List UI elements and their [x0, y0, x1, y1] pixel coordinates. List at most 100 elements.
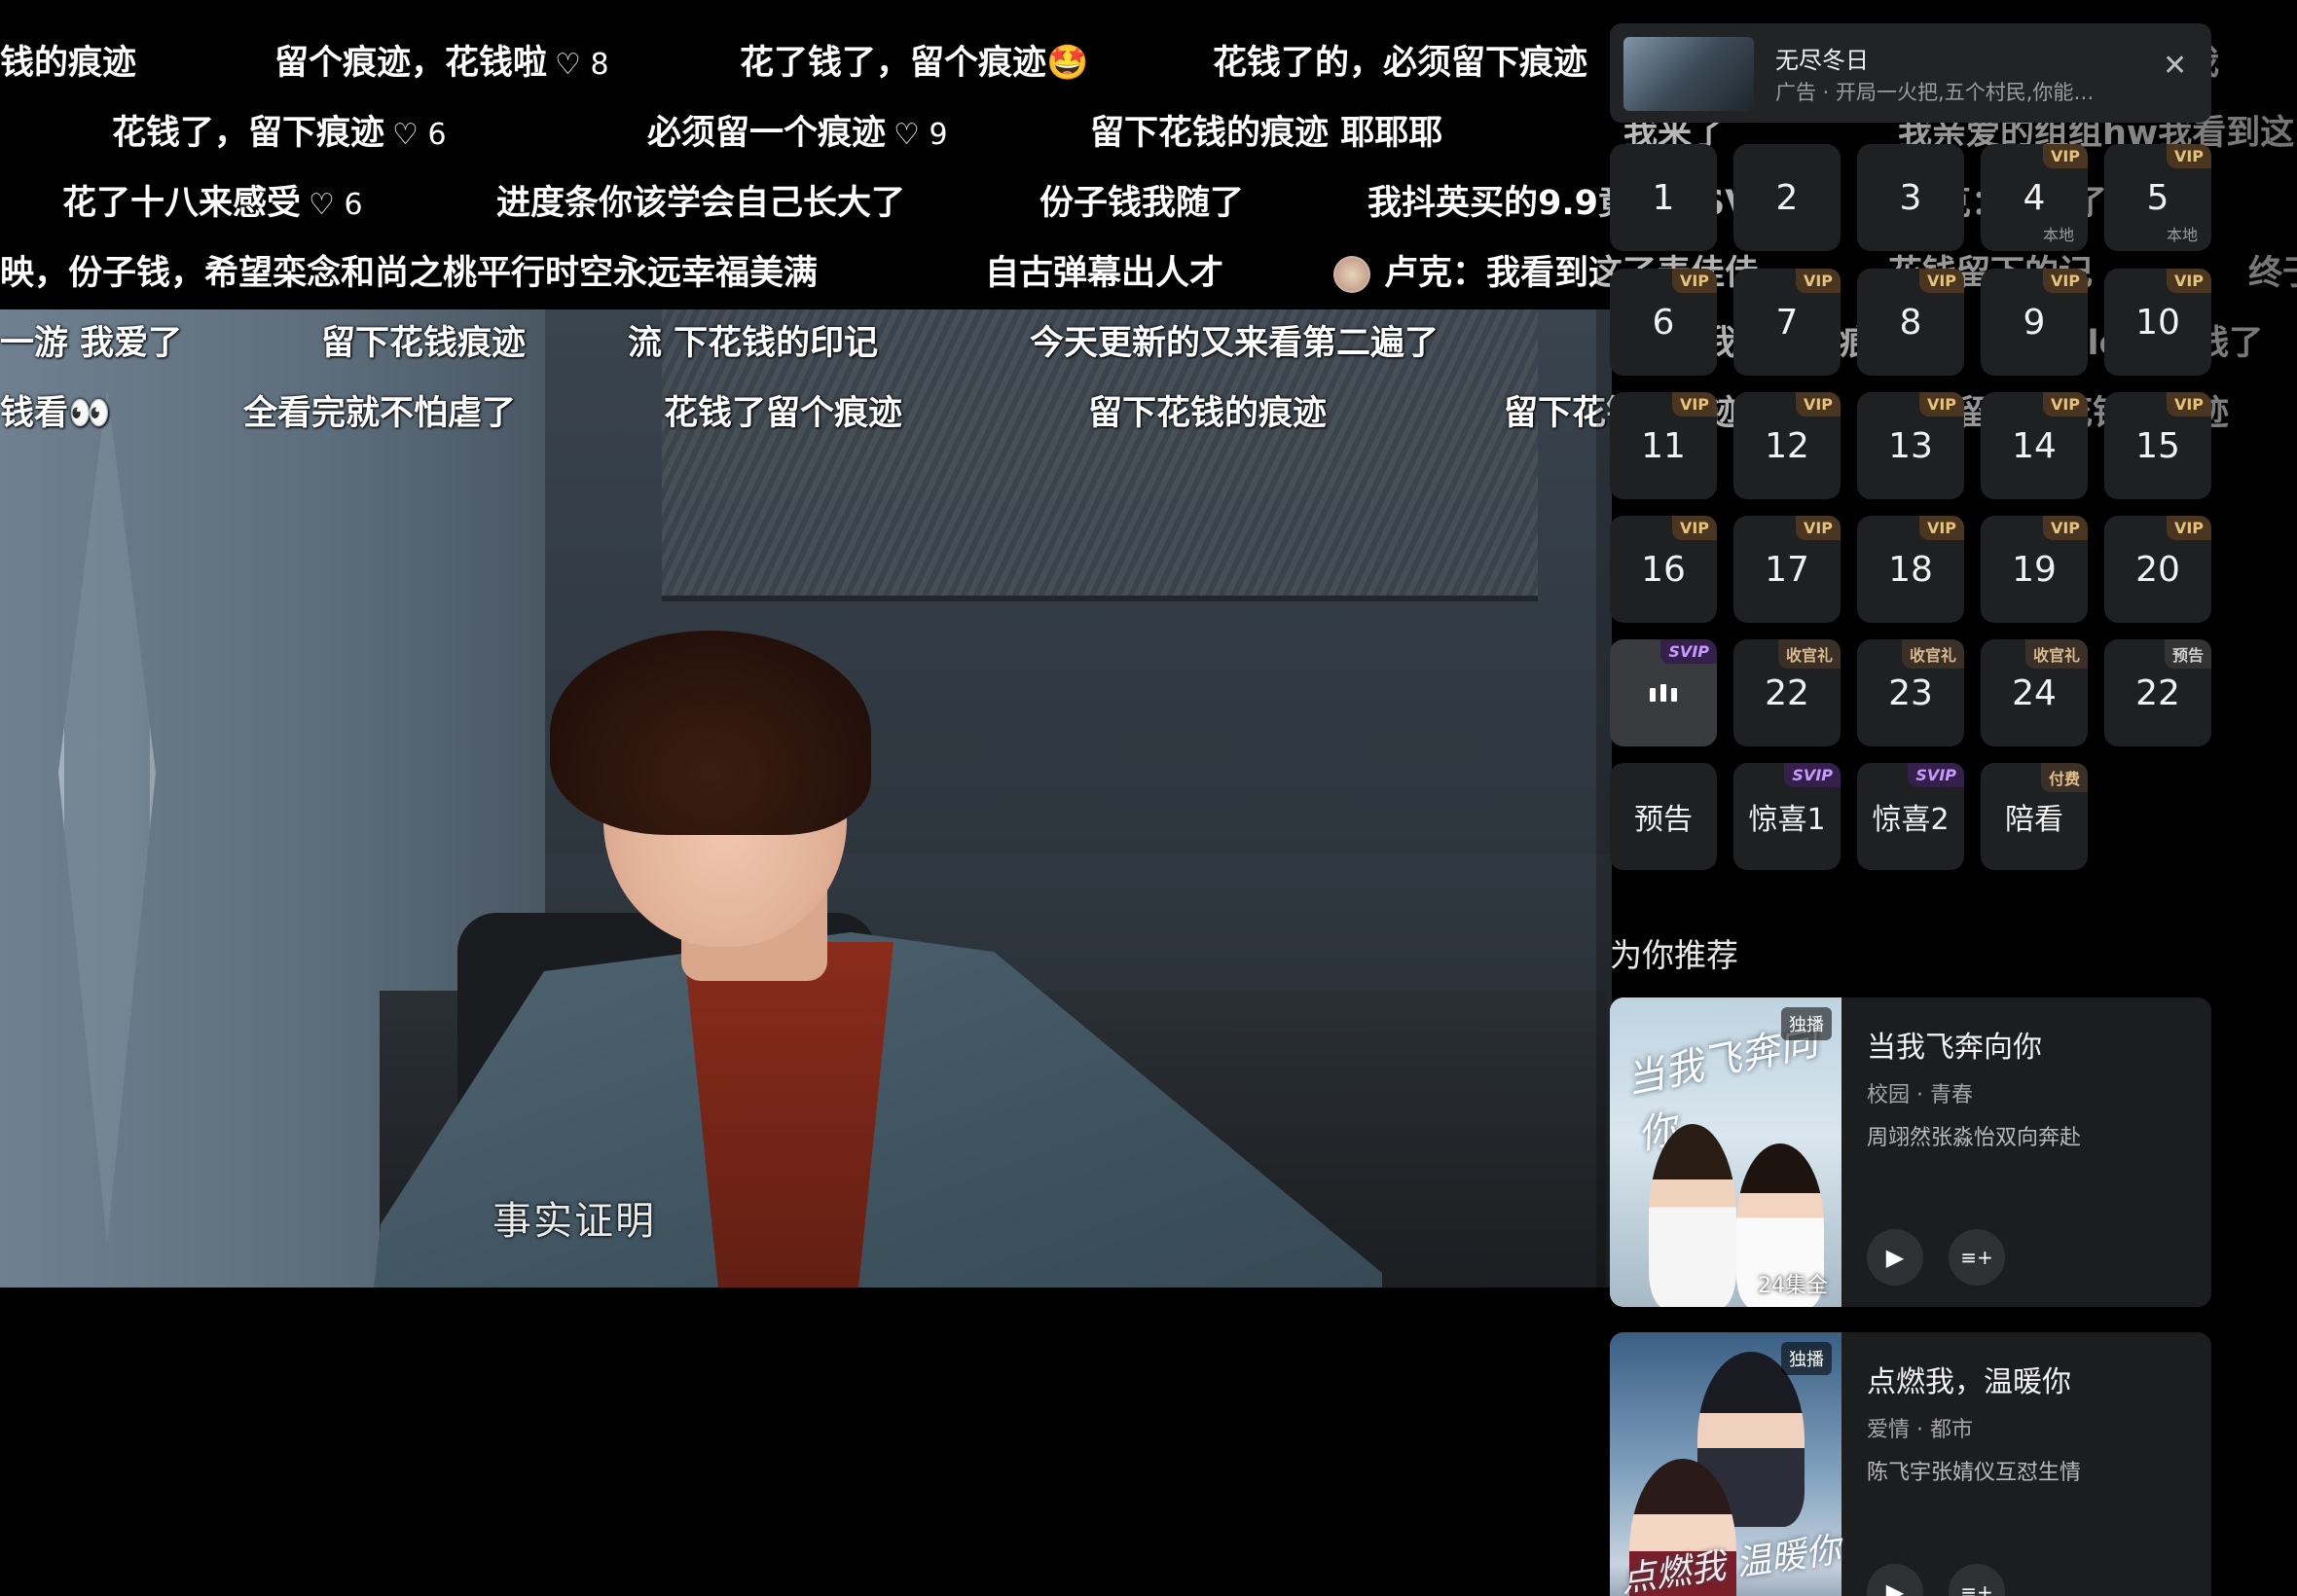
episode-button[interactable]: 22 预告 — [2104, 639, 2211, 746]
episode-button[interactable]: 12 VIP — [1733, 392, 1841, 499]
episode-button[interactable]: 24 收官礼 — [1981, 639, 2088, 746]
episode-label: 13 — [1888, 425, 1933, 466]
recommend-card[interactable]: 点燃我 温暖你 独播 点燃我，温暖你 爱情 · 都市 陈飞宇张婧仪互怼生情 ▶ … — [1610, 1332, 2211, 1596]
episode-button[interactable]: 20 VIP — [2104, 516, 2211, 623]
poster-figure — [1649, 1124, 1736, 1307]
danmaku-comment[interactable]: 留下花钱痕迹 — [321, 315, 526, 365]
play-icon[interactable]: ▶ — [1867, 1229, 1923, 1286]
episode-label: 10 — [2135, 302, 2180, 343]
add-to-list-icon[interactable]: ≡+ — [1949, 1229, 2005, 1286]
play-icon[interactable]: ▶ — [1867, 1564, 1923, 1596]
add-to-list-icon[interactable]: ≡+ — [1949, 1564, 2005, 1596]
like-count[interactable]: ♡ 8 — [555, 48, 609, 82]
episode-current[interactable]: SVIP — [1610, 639, 1717, 746]
like-count[interactable]: ♡ 9 — [893, 118, 948, 152]
episode-label: 20 — [2135, 549, 2180, 590]
episode-label: 11 — [1641, 425, 1686, 466]
gift-badge: 收官礼 — [1901, 639, 1964, 669]
vip-badge: VIP — [2042, 269, 2088, 293]
ad-banner[interactable]: 无尽冬日 广告 · 开局一火把,五个村民,你能… ✕ — [1610, 23, 2211, 123]
vip-badge: VIP — [1671, 269, 1717, 293]
episode-button[interactable]: 23 收官礼 — [1857, 639, 1964, 746]
recommend-desc: 周翊然张淼怡双向奔赴 — [1867, 1126, 2082, 1150]
episode-button[interactable]: 1 — [1610, 144, 1717, 251]
danmaku-comment[interactable]: 映，份子钱，希望栾念和尚之桃平行时空永远幸福美满 — [0, 245, 818, 295]
vip-badge: VIP — [1918, 269, 1964, 293]
episode-button[interactable]: 10 VIP — [2104, 269, 2211, 376]
episode-button[interactable]: 2 — [1733, 144, 1841, 251]
vip-badge: VIP — [1671, 516, 1717, 540]
episode-button[interactable]: 14 VIP — [1981, 392, 2088, 499]
danmaku-comment[interactable]: 花钱了，留下痕迹 ♡ 6 — [112, 105, 447, 155]
vip-badge: VIP — [2042, 144, 2088, 168]
episode-button[interactable]: 惊喜2 SVIP — [1857, 763, 1964, 870]
danmaku-text: 全看完就不怕虐了 — [243, 394, 517, 433]
recommend-card[interactable]: 当我飞奔向你 独播 24集全 当我飞奔向你 校园 · 青春 周翊然张淼怡双向奔赴… — [1610, 998, 2211, 1307]
recommend-poster[interactable]: 当我飞奔向你 独播 24集全 — [1610, 998, 1841, 1307]
danmaku-comment[interactable]: 钱看👀 — [0, 385, 111, 435]
episode-button[interactable]: 4 VIP 本地 — [1981, 144, 2088, 251]
danmaku-comment[interactable]: 必须留一个痕迹 ♡ 9 — [647, 105, 948, 155]
recommend-name[interactable]: 点燃我，温暖你 — [1867, 1358, 2071, 1400]
danmaku-comment[interactable]: 留下花钱的痕迹 耶耶耶 — [1090, 105, 1442, 155]
player-screen: 事实证明 钱的痕迹 留个痕迹，花钱啦 ♡ 8 花了钱了，留个痕迹🤩 花钱了的，必须留下痕… — [0, 0, 2297, 1596]
danmaku-text: 映，份子钱，希望栾念和尚之桃平行时空永远幸福美满 — [0, 254, 819, 293]
danmaku-comment[interactable]: 今天更新的又来看第二遍了 — [1030, 315, 1439, 365]
episode-button[interactable]: 16 VIP — [1610, 516, 1717, 623]
episode-label: 8 — [1899, 302, 1922, 343]
danmaku-comment[interactable]: 留个痕迹，花钱啦 ♡ 8 — [274, 35, 609, 85]
like-count[interactable]: ♡ 6 — [392, 118, 447, 152]
vip-badge: VIP — [2166, 269, 2211, 293]
danmaku-text: 今天更新的又来看第二遍了 — [1030, 324, 1440, 363]
danmaku-text: 钱看👀 — [0, 394, 111, 433]
episode-button[interactable]: 陪看 付费 — [1981, 763, 2088, 870]
recommend-name[interactable]: 当我飞奔向你 — [1867, 1023, 2042, 1066]
episode-button[interactable]: 22 收官礼 — [1733, 639, 1841, 746]
danmaku-text: 流 下花钱的印记 — [628, 324, 879, 363]
danmaku-comment[interactable]: 钱的痕迹 — [0, 35, 136, 85]
episode-button[interactable]: 13 VIP — [1857, 392, 1964, 499]
episode-button[interactable]: 18 VIP — [1857, 516, 1964, 623]
danmaku-comment[interactable]: 留下花钱的痕迹 — [1088, 385, 1327, 435]
episode-button[interactable]: 17 VIP — [1733, 516, 1841, 623]
danmaku-comment[interactable]: 自古弹幕出人才 — [985, 245, 1223, 295]
gift-badge: 收官礼 — [1777, 639, 1841, 669]
danmaku-comment[interactable]: 花了十八来感受 ♡ 6 — [62, 175, 363, 225]
episode-label: 22 — [1765, 672, 1809, 713]
episode-label: 1 — [1652, 177, 1675, 218]
episode-button[interactable]: 19 VIP — [1981, 516, 2088, 623]
danmaku-comment[interactable]: 流 下花钱的印记 — [628, 315, 878, 365]
episode-button[interactable]: 8 VIP — [1857, 269, 1964, 376]
episode-button[interactable]: 6 VIP — [1610, 269, 1717, 376]
episode-label: 陪看 — [2005, 803, 2063, 837]
exclusive-badge: 独播 — [1781, 1007, 1832, 1040]
close-icon[interactable]: ✕ — [2163, 49, 2187, 83]
episode-button[interactable]: 11 VIP — [1610, 392, 1717, 499]
ad-title: 无尽冬日 — [1775, 47, 1869, 74]
danmaku-comment[interactable]: 份子钱我随了 — [1039, 175, 1244, 225]
episode-button[interactable]: 15 VIP — [2104, 392, 2211, 499]
episode-label: 12 — [1765, 425, 1809, 466]
video-scene-person-hair — [550, 631, 871, 835]
danmaku-comment[interactable]: 花了钱了，留个痕迹🤩 — [740, 35, 1089, 85]
danmaku-text: 必须留一个痕迹 — [647, 114, 887, 153]
pre-badge: 预告 — [2164, 639, 2211, 669]
episode-button[interactable]: 9 VIP — [1981, 269, 2088, 376]
vip-badge: VIP — [2166, 392, 2211, 417]
episode-button[interactable]: 7 VIP — [1733, 269, 1841, 376]
video-frame[interactable] — [0, 309, 1612, 1288]
episode-button[interactable]: 5 VIP 本地 — [2104, 144, 2211, 251]
danmaku-comment[interactable]: 进度条你该学会自己长大了 — [496, 175, 905, 225]
danmaku-comment[interactable]: 花钱了留个痕迹 — [664, 385, 902, 435]
danmaku-comment[interactable]: 花钱了的，必须留下痕迹 — [1213, 35, 1587, 85]
episode-button[interactable]: 惊喜1 SVIP — [1733, 763, 1841, 870]
like-count[interactable]: ♡ 6 — [309, 188, 363, 222]
vip-badge: VIP — [1795, 392, 1841, 417]
episode-button[interactable]: 预告 — [1610, 763, 1717, 870]
vip-badge: VIP — [2042, 392, 2088, 417]
episode-button[interactable]: 3 — [1857, 144, 1964, 251]
danmaku-comment[interactable]: 全看完就不怕虐了 — [243, 385, 516, 435]
danmaku-comment[interactable]: 一游 我爱了 — [0, 315, 182, 365]
recommend-poster[interactable]: 点燃我 温暖你 独播 — [1610, 1332, 1843, 1596]
danmaku-text: 花钱了的，必须留下痕迹 — [1213, 44, 1588, 83]
